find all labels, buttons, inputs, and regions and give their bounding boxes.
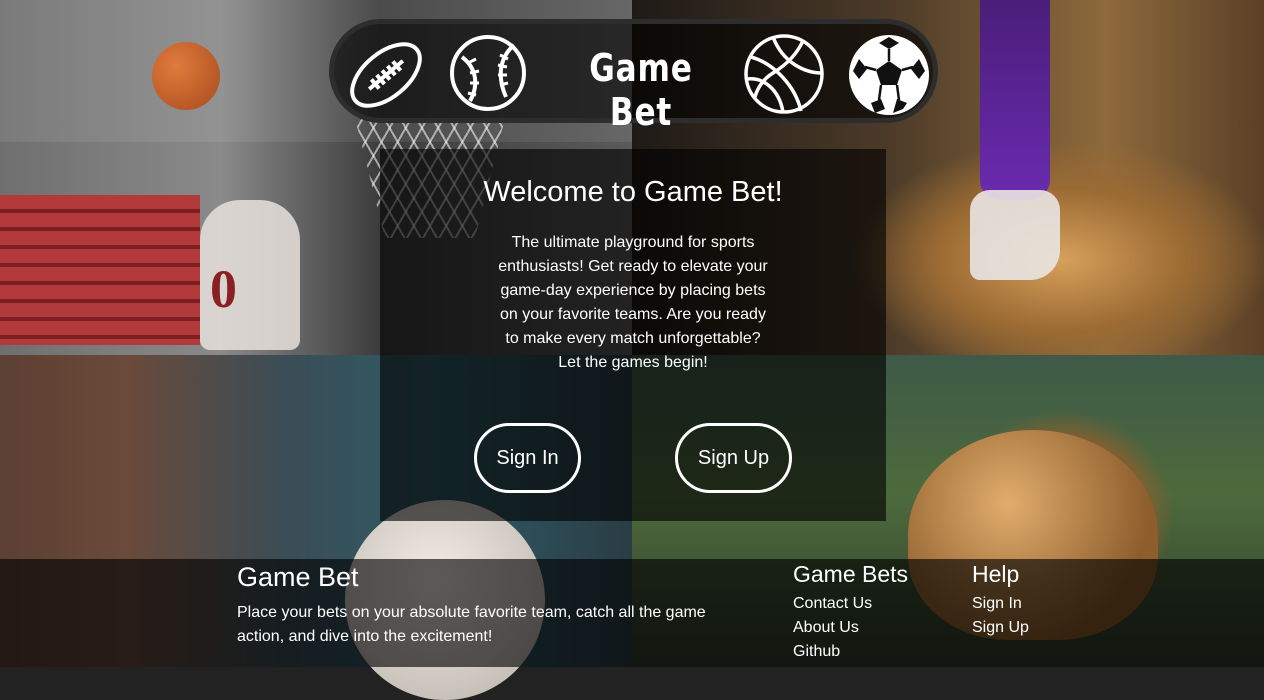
welcome-text: The ultimate playground for sports enthu…	[498, 234, 768, 371]
footer-link-sign-up[interactable]: Sign Up	[972, 616, 1029, 640]
logo-title: Game Bet	[589, 46, 693, 134]
welcome-title: Welcome to Game Bet!	[483, 176, 783, 208]
sign-in-button[interactable]: Sign In	[474, 423, 581, 493]
sign-up-button[interactable]: Sign Up	[675, 423, 792, 493]
welcome-card: Welcome to Game Bet! The ultimate playgr…	[380, 149, 886, 521]
footer-link-github[interactable]: Github	[793, 640, 908, 664]
footer-description: Place your bets on your absolute favorit…	[237, 604, 706, 645]
logo-header: Game Bet	[329, 19, 938, 134]
soccer-ball-icon	[847, 33, 931, 122]
basketball-icon	[743, 33, 825, 120]
photo-basketball	[152, 42, 220, 110]
football-icon	[344, 33, 428, 122]
footer-link-sign-in[interactable]: Sign In	[972, 592, 1029, 616]
footer-link-about-us[interactable]: About Us	[793, 616, 908, 640]
footer-brand: Game Bet	[237, 562, 359, 592]
baseball-icon	[448, 33, 528, 118]
footer-heading-game-bets: Game Bets	[793, 561, 909, 587]
footer-link-contact-us[interactable]: Contact Us	[793, 592, 908, 616]
purple-sock	[980, 0, 1050, 200]
jersey-number: 0	[210, 259, 237, 319]
footer-heading-help: Help	[972, 561, 1020, 587]
footer-column-help: Help Sign In Sign Up	[972, 561, 1029, 640]
footer-column-game-bets: Game Bets Contact Us About Us Github	[793, 561, 908, 664]
footer: Game Bet Place your bets on your absolut…	[0, 559, 1264, 667]
shoe	[970, 190, 1060, 280]
